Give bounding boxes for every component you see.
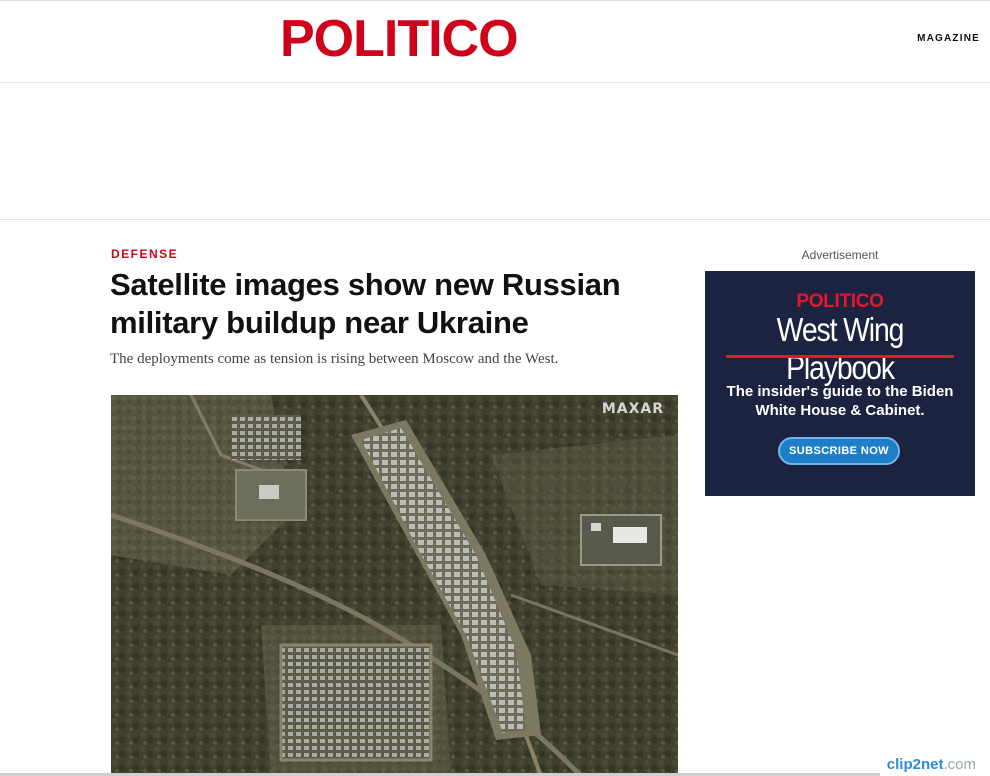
- nav-magazine-link[interactable]: MAGAZINE: [917, 33, 980, 44]
- subscribe-now-button[interactable]: SUBSCRIBE NOW: [778, 437, 900, 465]
- maxar-watermark: MAXAR: [601, 401, 664, 417]
- article-headline: Satellite images show new Russian milita…: [110, 267, 621, 340]
- section-label[interactable]: DEFENSE: [111, 247, 178, 261]
- west-wing-playbook-ad[interactable]: POLITICO West Wing Playbook The insider'…: [705, 271, 975, 496]
- clip2net-domain: .com: [943, 756, 976, 773]
- promo-description: The insider's guide to the Biden White H…: [726, 383, 954, 419]
- promo-title: West Wing Playbook: [776, 311, 905, 386]
- article-dek: The deployments come as tension is risin…: [110, 351, 559, 367]
- page: POLITICO MAGAZINE DEFENSE Satellite imag…: [0, 0, 990, 776]
- clip2net-brand: clip2net: [886, 756, 944, 773]
- politico-logo[interactable]: POLITICO: [280, 9, 519, 69]
- promo-brand-logo: POLITICO: [796, 291, 884, 312]
- satellite-photo-graphic: [111, 395, 678, 776]
- top-ad-slot: [0, 83, 990, 220]
- site-header: POLITICO MAGAZINE: [0, 0, 990, 83]
- satellite-image: MAXAR: [111, 395, 678, 776]
- advertisement-label: Advertisement: [801, 248, 879, 262]
- clip2net-badge: clip2net.com: [887, 756, 976, 773]
- promo-divider: [726, 355, 954, 358]
